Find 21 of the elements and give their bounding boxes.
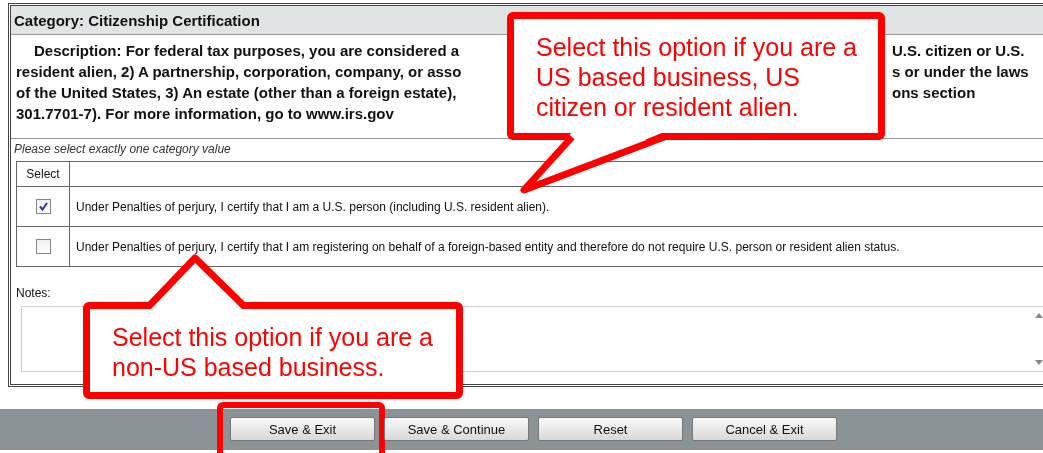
description-text: Description: For federal tax purposes, you are considered a	[33, 41, 460, 61]
description-text: resident alien, 2) A partnership, corporation, company, or asso	[16, 62, 462, 82]
scroll-up-icon[interactable]	[1034, 313, 1043, 318]
description-text: 301.7701-7). For more information, go to www.irs.gov	[16, 104, 394, 124]
description-text: ons section	[892, 83, 976, 103]
form-button[interactable]: Cancel & Exit	[692, 417, 837, 441]
section-title: Category: Citizenship Certification	[14, 11, 260, 29]
description-text: of the United States, 3) An estate (other than a foreign estate),	[16, 83, 457, 103]
form-button[interactable]: Save & Continue	[384, 417, 529, 441]
option-text: Under Penalties of perjury, I certify that I am registering on behalf of a foreign-based entity and therefore do not require U.S. person or resident alien status.	[76, 239, 900, 254]
notes-label: Notes:	[16, 286, 52, 300]
scroll-down-icon[interactable]	[1034, 360, 1043, 365]
checkbox[interactable]	[35, 239, 51, 255]
instruction-text: Please select exactly one category value	[13, 141, 232, 158]
description-text: U.S. citizen or U.S.	[892, 41, 1025, 61]
column-header: Select	[16, 161, 70, 187]
form-button[interactable]: Save & Exit	[230, 417, 375, 441]
description-text: s or under the laws	[892, 62, 1029, 82]
form-button[interactable]: Reset	[538, 417, 683, 441]
checkbox[interactable]	[35, 199, 51, 215]
option-text: Under Penalties of perjury, I certify that I am a U.S. person (including U.S. resident alien).	[76, 199, 550, 214]
